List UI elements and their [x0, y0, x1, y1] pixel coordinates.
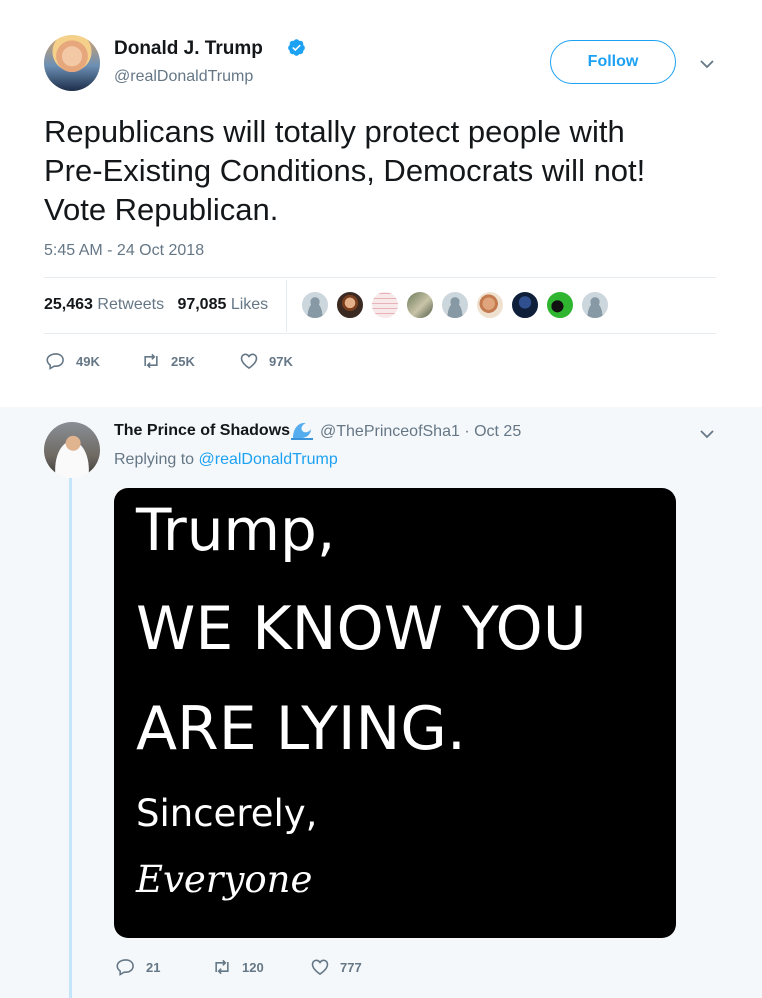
tweet-text-line: Vote Republican.: [44, 192, 279, 227]
liker-avatar[interactable]: [440, 290, 470, 320]
liker-avatar[interactable]: [300, 290, 330, 320]
like-icon: [240, 353, 258, 370]
reply-action[interactable]: 21: [116, 957, 160, 977]
display-name[interactable]: Donald J. Trump: [114, 38, 263, 60]
tweet-text: Republicans will totally protect people …: [44, 112, 724, 229]
divider: [44, 333, 716, 334]
verified-badge-icon: [288, 39, 305, 56]
retweet-action[interactable]: 120: [212, 957, 264, 977]
media-text-line: WE KNOW YOU: [136, 594, 587, 664]
liker-avatar[interactable]: [335, 290, 365, 320]
liker-avatar[interactable]: [370, 290, 400, 320]
retweet-count: 25K: [171, 353, 195, 369]
tweet-stats: 25,463 Retweets 97,085 Likes: [44, 296, 268, 314]
retweet-icon: [144, 353, 158, 369]
retweet-count: 120: [242, 959, 264, 975]
media-text-line: Sincerely,: [136, 792, 318, 835]
likes-label: Likes: [230, 296, 269, 313]
reply-count: 49K: [76, 353, 100, 369]
follow-button[interactable]: Follow: [550, 40, 676, 84]
avatar[interactable]: [44, 35, 100, 91]
liker-avatar[interactable]: [545, 290, 575, 320]
reply-count: 21: [146, 959, 161, 975]
replying-prefix: Replying to: [114, 451, 195, 468]
stats-separator: [286, 280, 287, 332]
liker-avatar[interactable]: [475, 290, 505, 320]
reply-media-image[interactable]: Trump, WE KNOW YOU ARE LYING. Sincerely,…: [114, 488, 676, 938]
tweet-text-line: Republicans will totally protect people …: [44, 114, 625, 149]
avatar[interactable]: [44, 422, 100, 478]
main-tweet: Donald J. Trump @realDonaldTrump Follow …: [0, 0, 762, 407]
liker-avatar[interactable]: [405, 290, 435, 320]
like-count: 97K: [269, 353, 293, 369]
liker-avatar[interactable]: [580, 290, 610, 320]
likes-stat[interactable]: 97,085 Likes: [177, 296, 268, 313]
retweets-label: Retweets: [97, 296, 165, 313]
tweet-timestamp[interactable]: 5:45 AM - 24 Oct 2018: [44, 242, 204, 260]
liker-avatar[interactable]: [510, 290, 540, 320]
divider: [44, 277, 716, 278]
retweets-stat[interactable]: 25,463 Retweets: [44, 296, 164, 313]
retweet-action[interactable]: 25K: [141, 351, 195, 371]
reply-display-name[interactable]: The Prince of Shadows: [114, 422, 290, 440]
tweet-text-line: Pre-Existing Conditions, Democrats will …: [44, 153, 646, 188]
replying-to: Replying to @realDonaldTrump: [114, 451, 338, 469]
reply-icon: [46, 353, 64, 370]
reply-handle-date[interactable]: @ThePrinceofSha1 · Oct 25: [320, 423, 521, 441]
chevron-down-icon[interactable]: [699, 426, 715, 442]
chevron-down-icon[interactable]: [699, 56, 715, 72]
wave-emoji-icon: [291, 422, 313, 440]
like-action[interactable]: 777: [310, 957, 362, 977]
likes-count: 97,085: [177, 296, 227, 313]
like-count: 777: [340, 959, 362, 975]
like-action[interactable]: 97K: [239, 351, 293, 371]
thread-line: [69, 478, 72, 998]
reply-icon: [116, 959, 134, 976]
retweet-icon: [215, 959, 229, 975]
reply-action[interactable]: 49K: [46, 351, 100, 371]
handle[interactable]: @realDonaldTrump: [114, 68, 253, 86]
media-text-line: Trump,: [136, 496, 336, 564]
retweets-count: 25,463: [44, 296, 93, 313]
media-text-line: Everyone: [136, 858, 313, 901]
like-icon: [311, 959, 329, 976]
replying-to-link[interactable]: @realDonaldTrump: [199, 451, 338, 468]
media-text-line: ARE LYING.: [136, 694, 466, 764]
